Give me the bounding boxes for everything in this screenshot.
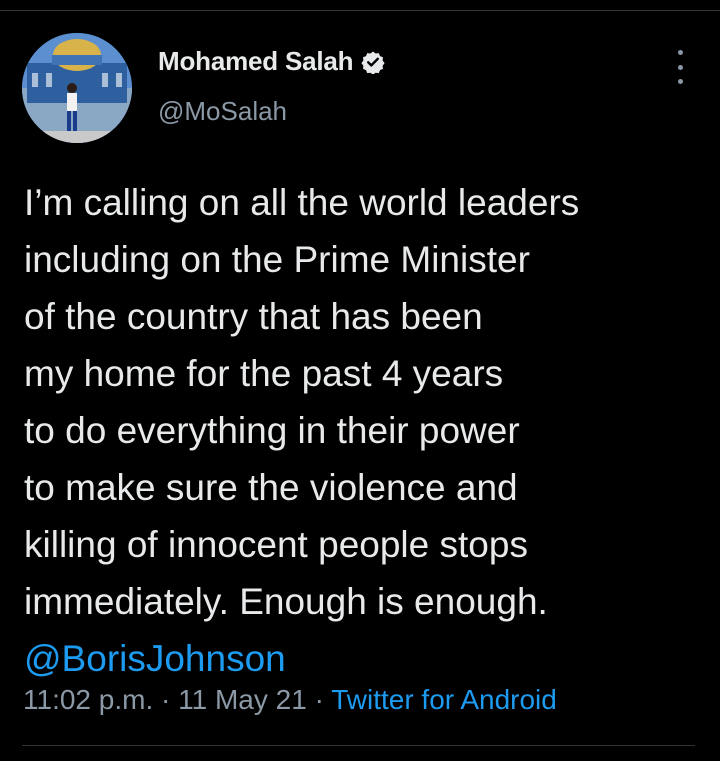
tweet-text-line: I’m calling on all the world leaders xyxy=(24,182,580,223)
tweet-text: I’m calling on all the world leaders inc… xyxy=(24,174,704,687)
tweet-text-line: to make sure the violence and xyxy=(24,467,518,508)
tweet-text-line: of the country that has been xyxy=(24,296,483,337)
tweet-text-line: to do everything in their power xyxy=(24,410,520,451)
top-divider xyxy=(0,10,720,11)
tweet-metadata: 11:02 p.m. · 11 May 21 · Twitter for And… xyxy=(23,684,557,716)
more-dot xyxy=(677,64,683,70)
more-dot xyxy=(677,50,683,55)
tweet-text-line: my home for the past 4 years xyxy=(24,353,504,394)
meta-separator: · xyxy=(306,684,332,715)
tweet-text-line: immediately. Enough is enough. xyxy=(24,581,548,622)
tweet-time[interactable]: 11:02 p.m. xyxy=(23,684,153,715)
tweet-source-link[interactable]: Twitter for Android xyxy=(331,684,557,715)
meta-separator: · xyxy=(153,684,179,715)
bottom-divider xyxy=(22,745,695,746)
author-handle[interactable]: @MoSalah xyxy=(158,96,287,127)
more-dot xyxy=(677,79,683,84)
mention-link[interactable]: @BorisJohnson xyxy=(24,630,704,687)
tweet-date[interactable]: 11 May 21 xyxy=(178,684,307,715)
tweet-text-line: killing of innocent people stops xyxy=(24,524,528,565)
verified-badge-icon xyxy=(361,50,385,75)
tweet-text-line: including on the Prime Minister xyxy=(24,239,530,280)
author-name-row[interactable]: Mohamed Salah xyxy=(158,46,385,77)
avatar[interactable] xyxy=(22,33,132,143)
more-options-icon[interactable] xyxy=(668,50,692,84)
author-display-name[interactable]: Mohamed Salah xyxy=(158,46,354,77)
